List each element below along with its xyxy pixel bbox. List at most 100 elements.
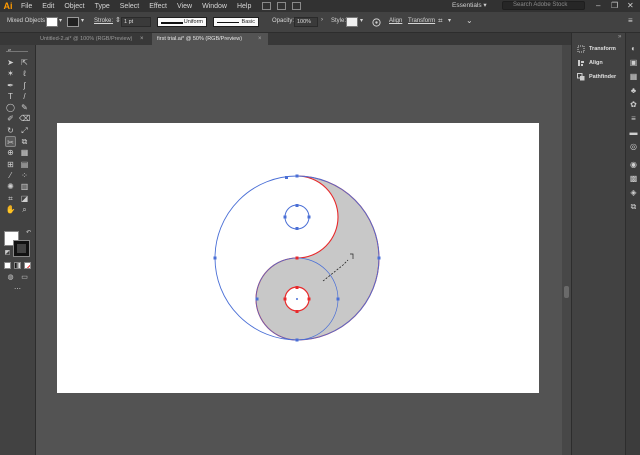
eyedropper-tool-icon[interactable]: ⁄ [5,170,16,181]
shape-builder-tool-icon[interactable]: ⊕ [5,147,16,158]
bridge-icon[interactable] [262,2,272,10]
menu-effect[interactable]: Effect [144,3,172,10]
stroke-weight-field[interactable]: 1 pt [121,17,151,27]
screen-mode-icon[interactable]: ▭ [19,272,30,283]
perspective-grid-tool-icon[interactable]: ▦ [19,147,30,158]
tab-close-button[interactable]: × [140,33,144,45]
menu-object[interactable]: Object [59,3,89,10]
transform-dropdown-icon[interactable]: ▾ [448,17,451,24]
scale-tool-icon[interactable]: ⤢ [19,125,30,136]
top-dot[interactable] [284,204,310,230]
direct-selection-tool-icon[interactable]: ⇱ [19,57,30,68]
artwork-canvas[interactable] [57,123,539,393]
scrollbar-thumb[interactable] [564,286,569,298]
stroke-weight-stepper-icon[interactable]: ⇕ [115,16,121,24]
curvature-tool-icon[interactable]: ∫ [19,80,30,91]
free-transform-tool-icon[interactable]: ⧉ [19,136,30,147]
fill-swatch[interactable] [46,17,58,27]
panel-pathfinder[interactable]: Pathfinder [577,72,616,82]
selection-tool-icon[interactable]: ➤ [5,57,16,68]
maximize-button[interactable]: ❐ [611,1,618,10]
edit-toolbar-icon[interactable]: ⋯ [12,284,23,295]
shaper-tool-icon[interactable]: ✐ [5,113,16,124]
swatches-panel-icon[interactable]: ▦ [629,72,638,81]
menu-edit[interactable]: Edit [37,3,59,10]
vertical-scrollbar[interactable] [562,45,571,455]
gradient-panel-icon[interactable]: ▬ [629,128,638,137]
symbols-panel-icon[interactable]: ✿ [629,100,638,109]
close-window-button[interactable]: ✕ [627,1,634,10]
stroke-color-box[interactable] [13,240,30,257]
brushes-panel-icon[interactable]: ♣ [629,86,638,95]
hand-tool-icon[interactable]: ✋ [5,204,16,215]
menu-window[interactable]: Window [197,3,232,10]
workspace-switcher[interactable]: Essentials ▾ [452,1,487,9]
symbol-sprayer-tool-icon[interactable]: ✺ [5,181,16,192]
menu-type[interactable]: Type [90,3,115,10]
menu-select[interactable]: Select [115,3,144,10]
style-dropdown-icon[interactable]: ▾ [360,17,363,24]
menu-help[interactable]: Help [232,3,256,10]
ellipse-tool-icon[interactable]: ◯ [5,102,16,113]
stroke-dropdown-icon[interactable]: ▾ [81,17,84,24]
tab-untitled-2[interactable]: Untitled-2.ai* @ 100% (RGB/Preview) [35,33,150,45]
paintbrush-tool-icon[interactable]: ✎ [19,102,30,113]
minimize-button[interactable]: – [596,1,600,10]
recolor-artwork-icon[interactable] [372,18,381,27]
swap-fill-stroke-icon[interactable]: ↶ [23,228,34,239]
lasso-tool-icon[interactable]: ℓ [19,68,30,79]
fill-dropdown-icon[interactable]: ▾ [59,17,62,24]
gradient-tool-icon[interactable]: ▤ [19,159,30,170]
select-similar-icon[interactable]: ⌄ [466,16,473,25]
transform-options-icon[interactable]: ⌗ [438,16,443,26]
menu-view[interactable]: View [172,3,197,10]
brush-definition-dropdown[interactable]: Basic [213,17,259,27]
style-swatch[interactable] [346,17,358,27]
mesh-tool-icon[interactable]: ⊞ [5,159,16,170]
opacity-label[interactable]: Opacity: [272,18,294,24]
opacity-field[interactable]: 100% [294,17,318,27]
magic-wand-tool-icon[interactable]: ✶ [5,68,16,79]
panel-menu-icon[interactable]: ≡ [628,16,633,25]
tab-first-trial[interactable]: first trial.ai* @ 50% (RGB/Preview) [152,33,268,45]
appearance-panel-icon[interactable]: ◉ [629,160,638,169]
zoom-tool-icon[interactable]: ⌕ [19,204,30,215]
panel-transform[interactable]: Transform [577,44,616,54]
tab-close-button[interactable]: × [258,33,262,45]
line-segment-tool-icon[interactable]: / [19,91,30,102]
align-link[interactable]: Align [389,18,402,24]
color-mode-button[interactable] [4,262,11,269]
arrange-documents-icon[interactable] [277,2,287,10]
color-guide-icon[interactable]: ▣ [629,58,638,67]
graphic-styles-panel-icon[interactable]: ▩ [629,174,638,183]
gpu-performance-icon[interactable] [292,2,302,10]
stroke-label[interactable]: Stroke: [94,18,113,24]
default-fill-stroke-icon[interactable]: ◩ [2,248,13,259]
search-stock-input[interactable]: Search Adobe Stock [502,1,585,10]
type-tool-icon[interactable]: T [5,91,16,102]
gradient-mode-button[interactable] [14,262,21,269]
slice-tool-icon[interactable]: ◪ [19,193,30,204]
artboard[interactable] [57,123,539,393]
expand-panels-icon[interactable]: » [618,34,621,40]
variable-width-profile-dropdown[interactable]: Uniform [157,17,207,27]
pen-tool-icon[interactable]: ✒ [5,80,16,91]
rotate-tool-icon[interactable]: ↻ [5,125,16,136]
column-graph-tool-icon[interactable]: ▥ [19,181,30,192]
blend-tool-icon[interactable]: ⁘ [19,170,30,181]
width-tool-icon[interactable]: ✂ [5,136,16,147]
yin-shape[interactable] [255,175,380,341]
transform-link[interactable]: Transform [408,18,435,24]
links-panel-icon[interactable]: ⧉ [629,202,638,211]
none-mode-button[interactable] [24,262,31,269]
layers-panel-icon[interactable]: ◈ [629,188,638,197]
artboard-tool-icon[interactable]: ⌗ [5,193,16,204]
draw-mode-icon[interactable]: ◍ [5,272,16,283]
eraser-tool-icon[interactable]: ⌫ [19,113,30,124]
color-panel-icon[interactable]: ◐ [629,44,638,53]
stroke-swatch[interactable] [67,17,79,27]
menu-file[interactable]: File [16,3,37,10]
stroke-panel-icon[interactable]: ≡ [629,114,638,123]
transparency-panel-icon[interactable]: ◎ [629,142,638,151]
opacity-arrow-icon[interactable]: › [321,17,323,23]
